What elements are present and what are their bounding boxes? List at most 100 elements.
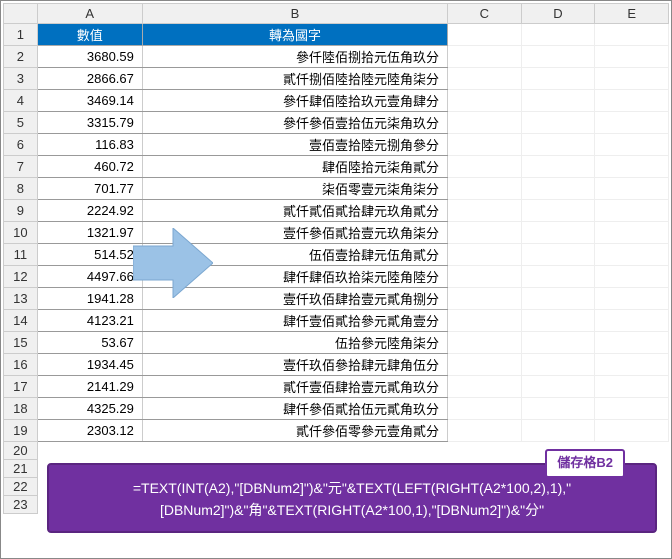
empty-cell[interactable]: [521, 200, 595, 222]
row-header[interactable]: 13: [4, 288, 38, 310]
txt-cell[interactable]: 貳仟捌佰陸拾陸元陸角柒分: [142, 68, 447, 90]
row-header[interactable]: 10: [4, 222, 38, 244]
empty-cell[interactable]: [595, 420, 669, 442]
empty-cell[interactable]: [595, 222, 669, 244]
corner-cell[interactable]: [4, 4, 38, 24]
col-header-b[interactable]: B: [142, 4, 447, 24]
txt-cell[interactable]: 伍拾參元陸角柒分: [142, 332, 447, 354]
num-cell[interactable]: 4497.66: [37, 266, 142, 288]
empty-cell[interactable]: [448, 376, 522, 398]
row-header[interactable]: 18: [4, 398, 38, 420]
col-header-a[interactable]: A: [37, 4, 142, 24]
row-header[interactable]: 11: [4, 244, 38, 266]
row-header[interactable]: 6: [4, 134, 38, 156]
empty-cell[interactable]: [448, 222, 522, 244]
num-cell[interactable]: 701.77: [37, 178, 142, 200]
txt-cell[interactable]: 參仟肆佰陸拾玖元壹角肆分: [142, 90, 447, 112]
num-cell[interactable]: 2866.67: [37, 68, 142, 90]
num-cell[interactable]: 2141.29: [37, 376, 142, 398]
empty-cell[interactable]: [521, 244, 595, 266]
row-header[interactable]: 1: [4, 24, 38, 46]
empty-cell[interactable]: [595, 134, 669, 156]
txt-cell[interactable]: 肆仟肆佰玖拾柒元陸角陸分: [142, 266, 447, 288]
txt-cell[interactable]: 壹仟參佰貳拾壹元玖角柒分: [142, 222, 447, 244]
num-cell[interactable]: 1934.45: [37, 354, 142, 376]
num-cell[interactable]: 3469.14: [37, 90, 142, 112]
empty-cell[interactable]: [521, 90, 595, 112]
empty-cell[interactable]: [448, 420, 522, 442]
txt-cell[interactable]: 貳仟參佰零參元壹角貳分: [142, 420, 447, 442]
empty-cell[interactable]: [595, 46, 669, 68]
num-cell[interactable]: 116.83: [37, 134, 142, 156]
empty-cell[interactable]: [595, 112, 669, 134]
empty-cell[interactable]: [595, 310, 669, 332]
header-num[interactable]: 數值: [37, 24, 142, 46]
empty-cell[interactable]: [521, 420, 595, 442]
empty-cell[interactable]: [521, 178, 595, 200]
row-header[interactable]: 2: [4, 46, 38, 68]
row-header[interactable]: 17: [4, 376, 38, 398]
row-header[interactable]: 8: [4, 178, 38, 200]
txt-cell[interactable]: 參仟參佰壹拾伍元柒角玖分: [142, 112, 447, 134]
empty-cell[interactable]: [448, 398, 522, 420]
row-header[interactable]: 22: [4, 478, 38, 496]
empty-cell[interactable]: [595, 178, 669, 200]
row-header[interactable]: 14: [4, 310, 38, 332]
txt-cell[interactable]: 柒佰零壹元柒角柒分: [142, 178, 447, 200]
row-header[interactable]: 15: [4, 332, 38, 354]
txt-cell[interactable]: 壹仟玖佰參拾肆元肆角伍分: [142, 354, 447, 376]
col-header-e[interactable]: E: [595, 4, 669, 24]
row-header[interactable]: 4: [4, 90, 38, 112]
empty-cell[interactable]: [521, 266, 595, 288]
row-header[interactable]: 5: [4, 112, 38, 134]
empty-cell[interactable]: [521, 310, 595, 332]
row-header[interactable]: 23: [4, 496, 38, 514]
header-txt[interactable]: 轉為國字: [142, 24, 447, 46]
empty-cell[interactable]: [448, 200, 522, 222]
num-cell[interactable]: 1321.97: [37, 222, 142, 244]
empty-cell[interactable]: [448, 288, 522, 310]
txt-cell[interactable]: 壹佰壹拾陸元捌角參分: [142, 134, 447, 156]
row-header[interactable]: 3: [4, 68, 38, 90]
empty-cell[interactable]: [595, 90, 669, 112]
empty-cell[interactable]: [595, 24, 669, 46]
num-cell[interactable]: 53.67: [37, 332, 142, 354]
txt-cell[interactable]: 肆仟參佰貳拾伍元貳角玖分: [142, 398, 447, 420]
empty-cell[interactable]: [595, 266, 669, 288]
row-header[interactable]: 20: [4, 442, 38, 460]
empty-cell[interactable]: [448, 244, 522, 266]
empty-cell[interactable]: [448, 310, 522, 332]
txt-cell[interactable]: 伍佰壹拾肆元伍角貳分: [142, 244, 447, 266]
empty-cell[interactable]: [521, 376, 595, 398]
empty-cell[interactable]: [521, 398, 595, 420]
empty-cell[interactable]: [595, 398, 669, 420]
empty-cell[interactable]: [595, 376, 669, 398]
empty-cell[interactable]: [521, 112, 595, 134]
spreadsheet-grid[interactable]: A B C D E 1 數值 轉為國字 23680.59參仟陸佰捌拾元伍角玖分3…: [3, 3, 669, 514]
empty-cell[interactable]: [448, 68, 522, 90]
txt-cell[interactable]: 壹仟玖佰肆拾壹元貳角捌分: [142, 288, 447, 310]
empty-cell[interactable]: [595, 244, 669, 266]
row-header[interactable]: 9: [4, 200, 38, 222]
empty-cell[interactable]: [521, 68, 595, 90]
txt-cell[interactable]: 肆佰陸拾元柒角貳分: [142, 156, 447, 178]
empty-cell[interactable]: [521, 156, 595, 178]
txt-cell[interactable]: 肆仟壹佰貳拾參元貳角壹分: [142, 310, 447, 332]
txt-cell[interactable]: 貳仟壹佰肆拾壹元貳角玖分: [142, 376, 447, 398]
row-header[interactable]: 16: [4, 354, 38, 376]
num-cell[interactable]: 460.72: [37, 156, 142, 178]
empty-cell[interactable]: [448, 156, 522, 178]
num-cell[interactable]: 1941.28: [37, 288, 142, 310]
empty-cell[interactable]: [595, 156, 669, 178]
empty-cell[interactable]: [448, 332, 522, 354]
row-header[interactable]: 21: [4, 460, 38, 478]
empty-cell[interactable]: [521, 332, 595, 354]
col-header-d[interactable]: D: [521, 4, 595, 24]
empty-cell[interactable]: [521, 134, 595, 156]
row-header[interactable]: 12: [4, 266, 38, 288]
num-cell[interactable]: 2303.12: [37, 420, 142, 442]
empty-cell[interactable]: [448, 112, 522, 134]
col-header-c[interactable]: C: [448, 4, 522, 24]
empty-cell[interactable]: [448, 46, 522, 68]
empty-cell[interactable]: [595, 68, 669, 90]
